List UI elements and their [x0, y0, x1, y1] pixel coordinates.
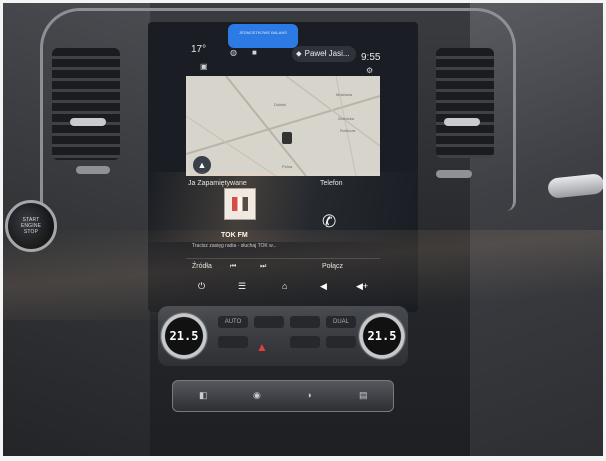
left-vent-slider[interactable]: [76, 166, 110, 174]
map-label-5: Polna: [282, 164, 293, 169]
left-air-vent: [52, 48, 120, 160]
photo-border-bottom: [0, 456, 606, 461]
start-engine-button[interactable]: START ENGINE STOP: [5, 200, 57, 252]
recirculation-button[interactable]: [290, 316, 320, 328]
lock-icon[interactable]: ◉: [253, 390, 261, 401]
map-label-1: Dolinki: [274, 102, 287, 107]
ac-button[interactable]: [290, 336, 320, 348]
left-vent-knob[interactable]: [70, 118, 106, 126]
map-roads: [186, 76, 380, 176]
notification-badge[interactable]: JEDNOSTKOWE BALANS: [228, 24, 298, 48]
station-subtitle: Tracisz zasięg radia - słuchaj TOK w...: [192, 243, 277, 249]
radio-widget-title[interactable]: Ja Zapamiętywane: [188, 180, 247, 187]
next-track-button[interactable]: ⏭: [260, 263, 266, 271]
seat-icon: ▣: [200, 62, 208, 71]
right-temperature-knob[interactable]: 21.5: [358, 312, 406, 360]
bottom-dock: ⏻ ☰ ⌂ ◀ ◀+: [186, 278, 380, 298]
clock: 9:55: [361, 52, 381, 63]
right-air-vent: [436, 48, 494, 158]
prev-track-button[interactable]: ⏮: [230, 263, 236, 271]
phone-icon[interactable]: ✆: [322, 212, 344, 234]
stop-label: STOP: [23, 229, 39, 235]
outside-temperature: 17°: [191, 44, 207, 55]
user-name: Paweł Jasi...: [304, 49, 350, 58]
phone-link-icon: ◍: [230, 48, 237, 57]
connect-button[interactable]: Połącz: [322, 263, 343, 270]
map-label-2: Mostowa: [336, 92, 353, 97]
signal-icon: ■: [252, 48, 257, 57]
map-label-3: Złotnicka: [338, 116, 355, 121]
settings-icon[interactable]: ⚙: [366, 66, 373, 75]
user-profile[interactable]: ⬥ Paweł Jasi...: [292, 46, 356, 62]
status-bar: JEDNOSTKOWE BALANS 17° ▣ ◍ ■ ⬥ Paweł Jas…: [148, 22, 418, 75]
eco-icon[interactable]: ◗: [307, 390, 312, 400]
navigation-map[interactable]: Dolinki Mostowa Złotnicka Rolnicza Polna: [186, 76, 380, 176]
dual-button[interactable]: DUAL: [326, 316, 356, 328]
photo-border-left: [0, 0, 3, 461]
auto-button[interactable]: AUTO: [218, 316, 248, 328]
radio-station-logo[interactable]: [224, 188, 256, 220]
climate-control-panel: 21.5 21.5 AUTO DUAL: [158, 306, 408, 366]
right-vent-slider[interactable]: [436, 170, 472, 178]
left-temperature-knob[interactable]: 21.5: [160, 312, 208, 360]
defrost-button[interactable]: [218, 336, 248, 348]
volume-down-icon[interactable]: ◀: [320, 281, 327, 292]
hazard-icon[interactable]: ▲: [256, 340, 268, 354]
seat-heat-icon[interactable]: ◧: [199, 390, 208, 401]
photo-border-top: [0, 0, 606, 3]
navigation-arrow-icon[interactable]: ▲: [193, 156, 211, 174]
home-icon[interactable]: ⌂: [282, 281, 287, 291]
map-label-4: Rolnicza: [340, 128, 356, 133]
park-assist-icon[interactable]: ▤: [359, 390, 368, 401]
media-controls-row: Źródła ⏮ ⏭ Połącz: [186, 258, 380, 275]
menu-icon[interactable]: ☰: [238, 281, 246, 292]
fan-button[interactable]: [254, 316, 284, 328]
sources-button[interactable]: Źródła: [192, 263, 212, 270]
user-icon: ⬥: [296, 49, 302, 58]
station-name: TOK FM: [221, 232, 248, 239]
right-vent-knob[interactable]: [444, 118, 480, 126]
lower-button-panel: ◧ ◉ ◗ ▤: [172, 380, 394, 412]
infotainment-screen: JEDNOSTKOWE BALANS 17° ▣ ◍ ■ ⬥ Paweł Jas…: [148, 22, 418, 312]
volume-up-icon[interactable]: ◀+: [356, 281, 368, 292]
phone-widget-title[interactable]: Telefon: [320, 180, 343, 187]
rear-defrost-button[interactable]: [326, 336, 356, 348]
power-icon[interactable]: ⏻: [198, 281, 205, 292]
